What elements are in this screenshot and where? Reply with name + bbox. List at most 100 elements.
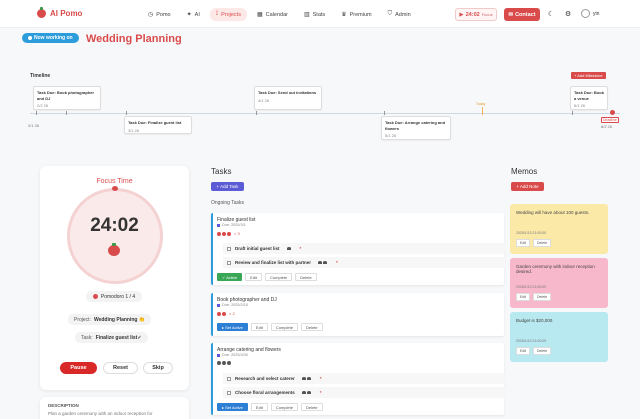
- task-due-text: Due: 2025/4/30: [222, 353, 248, 357]
- pomodoro-dot-icon: [217, 361, 221, 365]
- avatar: [581, 9, 590, 18]
- calendar-icon: ▦: [256, 12, 263, 18]
- memo-delete-button[interactable]: Delete: [533, 347, 552, 355]
- edit-button[interactable]: Edit: [250, 403, 268, 411]
- subtask-checkbox[interactable]: [227, 376, 231, 381]
- timeline-tick: [384, 111, 385, 115]
- timeline-milestone-card[interactable]: Task Due: Book a venue 6/1 26: [570, 86, 608, 110]
- task-card: Finalize guest list Due: 2025/3/1 × 3 Dr…: [211, 213, 505, 285]
- pause-button[interactable]: Pause: [60, 362, 97, 374]
- mail-icon: ✉: [508, 11, 514, 18]
- memo-card[interactable]: Budget is $20,000. 2025/1/13 21:00:00 Ed…: [510, 312, 608, 362]
- focus-title: Focus Time: [96, 178, 133, 185]
- task-accent-bar: [211, 293, 213, 336]
- pomodoro-dots-icon: [301, 391, 311, 394]
- subtask-checkbox[interactable]: [227, 246, 231, 251]
- timeline-milestone-card[interactable]: Task Due: Book photographer and DJ 2/2 2…: [33, 86, 101, 110]
- add-milestone-button[interactable]: + Add Milestone: [571, 72, 606, 79]
- memo-actions: Edit Delete: [516, 293, 552, 301]
- timeline-milestone-card[interactable]: Task Due: Arrange catering and flowers 5…: [381, 116, 451, 140]
- timeline-milestone-card[interactable]: Task Due: Finalize guest list 3/1 26: [124, 116, 192, 134]
- memo-actions: Edit Delete: [516, 347, 552, 355]
- user-initials: yin: [593, 10, 600, 17]
- app-logo[interactable]: AI Pomo: [37, 7, 82, 18]
- active-button[interactable]: ✓ Active: [217, 273, 243, 281]
- subtask-row[interactable]: Research and select caterer *: [223, 373, 505, 384]
- memo-edit-button[interactable]: Edit: [516, 347, 531, 355]
- task-card: Arrange catering and flowers Due: 2025/4…: [211, 343, 505, 415]
- ongoing-tasks-label: Ongoing Tasks: [211, 200, 244, 206]
- timeline-milestone-card[interactable]: Task Due: Send out invitations 4/1 26: [254, 86, 322, 110]
- delete-button[interactable]: Delete: [300, 323, 323, 331]
- timeline-tick: [36, 111, 37, 115]
- nav-premium[interactable]: ♛ Premium: [335, 8, 377, 21]
- skip-button[interactable]: Skip: [143, 362, 173, 374]
- user-menu[interactable]: yin: [581, 9, 599, 18]
- complete-button[interactable]: Complete: [270, 403, 298, 411]
- add-task-button[interactable]: + Add Task: [211, 182, 244, 191]
- dark-mode-moon-icon[interactable]: ☾: [546, 9, 556, 19]
- nav-calendar[interactable]: ▦ Calendar: [251, 8, 294, 21]
- nav-label: Projects: [221, 11, 241, 18]
- header-timer[interactable]: ▶ 24:02 Focus: [455, 8, 497, 21]
- deadline-dot-icon: [610, 110, 615, 115]
- milestone-title: Task Due: Send out invitations: [258, 90, 317, 95]
- milestone-date: 5/1 26: [385, 133, 397, 138]
- complete-button[interactable]: Complete: [270, 323, 298, 331]
- subtask-row[interactable]: Review and finalize list with partner *: [223, 257, 505, 268]
- timeline-label: Timeline: [30, 73, 51, 79]
- task-actions: ▸ Set Active Edit Complete Delete: [217, 403, 323, 411]
- nav-label: Calendar: [265, 11, 288, 18]
- complete-button[interactable]: Complete: [265, 273, 293, 281]
- timeline-axis: [30, 113, 620, 114]
- main-nav: ◷ Pomo ✦ AI ⟟ Projects ▦ Calendar ▥ Stats ♛ Pr…: [142, 8, 417, 21]
- subtask-checkbox[interactable]: [227, 390, 231, 395]
- subtask-label: Review and finalize list with partner: [235, 260, 312, 265]
- memo-card[interactable]: Wedding will have about 100 guests. 2025…: [510, 204, 608, 254]
- nav-ai[interactable]: ✦ AI: [181, 8, 206, 21]
- tasks-title: Tasks: [211, 167, 232, 176]
- memo-edit-button[interactable]: Edit: [516, 293, 531, 301]
- task-due-text: Due: 2025/3/1: [222, 223, 246, 227]
- subtask-checkbox[interactable]: [227, 260, 231, 265]
- top-nav-bar: AI Pomo ◷ Pomo ✦ AI ⟟ Projects ▦ Calendar ▥ S…: [0, 0, 640, 28]
- memo-card[interactable]: Garden ceremony with indoor reception de…: [510, 258, 608, 308]
- nav-projects[interactable]: ⟟ Projects: [209, 8, 247, 21]
- pomodoro-dot-icon: [227, 361, 231, 365]
- memo-text: Wedding will have about 100 guests.: [516, 210, 590, 215]
- task-due-text: Due: 2025/2/15: [222, 303, 248, 307]
- delete-button[interactable]: Delete: [295, 273, 317, 281]
- reset-button[interactable]: Reset: [103, 362, 138, 374]
- subtask-row[interactable]: Choose floral arrangements *: [223, 387, 505, 398]
- task-info: Task: Finalize guest list✓: [75, 332, 148, 343]
- settings-gear-icon[interactable]: ⚙: [563, 9, 573, 19]
- memo-date: 2025/1/13 21:00:00: [516, 339, 547, 343]
- set-active-button[interactable]: ▸ Set Active: [217, 323, 248, 331]
- add-note-button[interactable]: + Add Note: [511, 182, 544, 191]
- pomodoro-counter-label: Pomodoro 1 / 4: [100, 293, 136, 300]
- task-pomodoro-estimate: [217, 361, 231, 365]
- memo-date: 2025/1/13 21:00:00: [516, 285, 547, 289]
- memo-edit-button[interactable]: Edit: [516, 239, 531, 247]
- memo-delete-button[interactable]: Delete: [533, 293, 552, 301]
- nav-pomo[interactable]: ◷ Pomo: [142, 8, 177, 21]
- deadline-marker: Deadline: [601, 117, 619, 123]
- edit-button[interactable]: Edit: [245, 273, 263, 281]
- header-timer-time: 24:02: [465, 11, 480, 18]
- contact-button[interactable]: ✉ Contact: [504, 8, 540, 21]
- tomato-icon: [217, 311, 221, 316]
- memo-delete-button[interactable]: Delete: [533, 239, 552, 247]
- memo-text: Budget is $20,000.: [516, 318, 554, 323]
- edit-button[interactable]: Edit: [250, 323, 268, 331]
- task-pomodoro-estimate: × 3: [217, 231, 240, 236]
- set-active-button[interactable]: ▸ Set Active: [217, 403, 248, 411]
- delete-button[interactable]: Delete: [300, 403, 323, 411]
- task-accent-bar: [211, 213, 213, 285]
- milestone-date: 4/1 26: [258, 97, 270, 103]
- nav-stats[interactable]: ▥ Stats: [298, 8, 331, 21]
- milestone-date: 6/1 26: [574, 103, 586, 108]
- timeline-tick: [572, 111, 573, 115]
- nav-admin[interactable]: ⛉ Admin: [382, 8, 417, 21]
- play-icon: ▶: [459, 11, 464, 18]
- subtask-row[interactable]: Draft initial guest list *: [223, 243, 505, 254]
